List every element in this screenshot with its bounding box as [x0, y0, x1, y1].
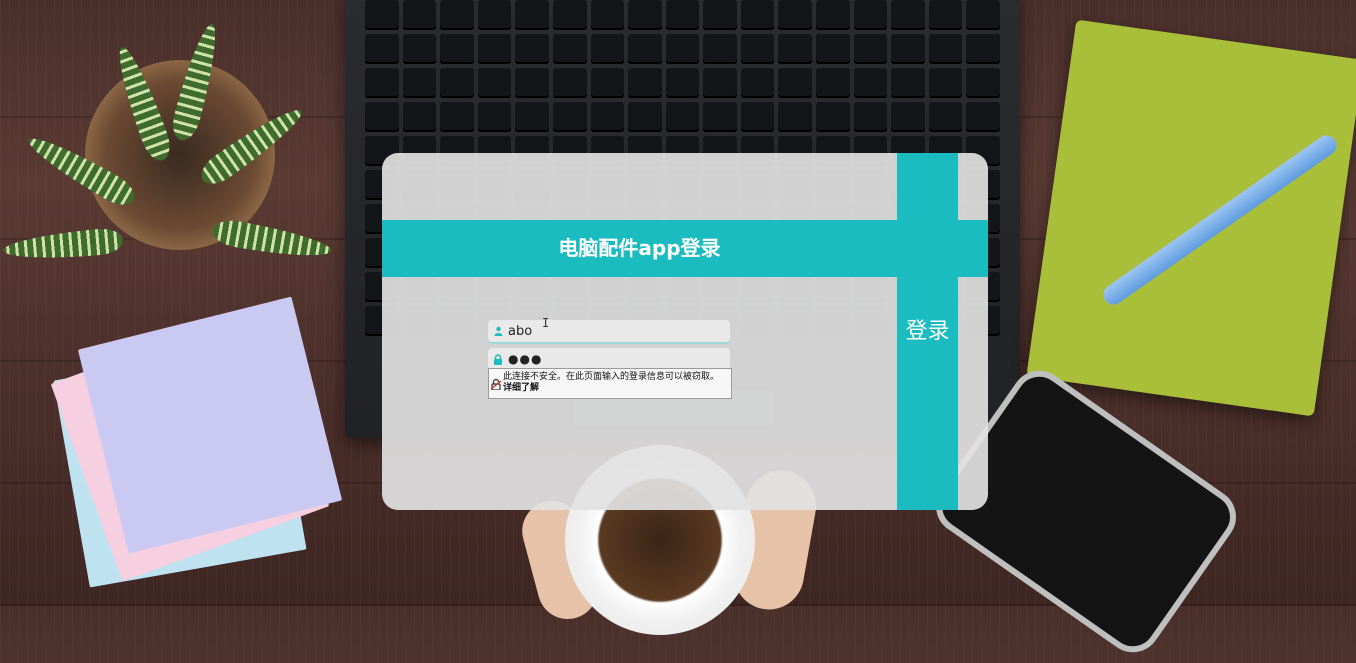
keyboard-key — [590, 68, 625, 98]
plant-leaf — [210, 217, 334, 264]
keyboard-key — [440, 102, 474, 132]
text-cursor-icon: I — [542, 316, 550, 330]
warning-message: 此连接不安全。在此页面输入的登录信息可以被窃取。 — [503, 372, 720, 382]
keyboard-key — [816, 34, 850, 64]
keyboard-key — [515, 0, 549, 30]
keyboard-key — [402, 102, 437, 132]
keyboard-key — [365, 102, 399, 132]
keyboard-key — [703, 68, 737, 98]
keyboard-key — [402, 34, 437, 64]
keyboard-key — [928, 68, 963, 98]
keyboard-key — [552, 102, 587, 132]
keyboard-key — [477, 0, 512, 30]
keyboard-key — [891, 102, 925, 132]
keyboard-key — [515, 34, 549, 64]
keyboard-key — [740, 0, 775, 30]
keyboard-key — [365, 0, 399, 30]
keyboard-key — [891, 34, 925, 64]
keyboard-key — [365, 34, 399, 64]
keyboard-key — [703, 34, 737, 64]
keyboard-key — [628, 34, 662, 64]
keyboard-key — [477, 102, 512, 132]
keyboard-key — [628, 0, 662, 30]
keyboard-key — [402, 0, 437, 30]
lock-icon — [488, 348, 508, 370]
keyboard-key — [853, 68, 888, 98]
keyboard-key — [440, 0, 474, 30]
keyboard-key — [966, 102, 1000, 132]
user-icon — [488, 320, 508, 342]
keyboard-key — [816, 68, 850, 98]
keyboard-key — [816, 102, 850, 132]
keyboard-key — [703, 102, 737, 132]
keyboard-key — [628, 102, 662, 132]
keyboard-key — [853, 0, 888, 30]
keyboard-key — [552, 68, 587, 98]
password-field[interactable]: ●●● — [488, 348, 730, 370]
insecure-login-warning: 此连接不安全。在此页面输入的登录信息可以被窃取。详细了解 — [488, 368, 732, 399]
keyboard-key — [928, 34, 963, 64]
learn-more-link[interactable]: 详细了解 — [503, 383, 539, 393]
username-input[interactable] — [508, 323, 718, 339]
keyboard-key — [740, 68, 775, 98]
keyboard-key — [515, 68, 549, 98]
keyboard-key — [440, 34, 474, 64]
keyboard-key — [740, 34, 775, 64]
keyboard-key — [590, 102, 625, 132]
keyboard-key — [778, 34, 813, 64]
keyboard-key — [440, 68, 474, 98]
keyboard-key — [778, 68, 813, 98]
keyboard-key — [515, 102, 549, 132]
login-dialog: 电脑配件app登录 登录 I ●●● 此连接不安全。在此页面输入的登录信息可以被… — [382, 153, 988, 510]
keyboard-key — [665, 68, 700, 98]
keyboard-key — [665, 34, 700, 64]
keyboard-key — [552, 0, 587, 30]
keyboard-key — [628, 68, 662, 98]
keyboard-key — [477, 34, 512, 64]
warning-text: 此连接不安全。在此页面输入的登录信息可以被窃取。详细了解 — [503, 369, 728, 394]
keyboard-key — [966, 0, 1000, 30]
keyboard-key — [891, 0, 925, 30]
keyboard-key — [853, 102, 888, 132]
keyboard-key — [966, 34, 1000, 64]
password-dots: ●●● — [508, 352, 543, 366]
keyboard-key — [590, 34, 625, 64]
keyboard-key — [365, 68, 399, 98]
keyboard-key — [402, 68, 437, 98]
keyboard-key — [928, 0, 963, 30]
green-notebook — [1026, 19, 1356, 417]
keyboard-key — [552, 34, 587, 64]
keyboard-key — [778, 0, 813, 30]
login-button[interactable]: 登录 — [897, 307, 958, 357]
plant-leaf — [2, 227, 125, 264]
keyboard-key — [477, 68, 512, 98]
broken-lock-icon — [489, 369, 503, 398]
username-field[interactable] — [488, 320, 730, 342]
keyboard-key — [703, 0, 737, 30]
keyboard-key — [891, 68, 925, 98]
keyboard-key — [966, 68, 1000, 98]
keyboard-key — [816, 0, 850, 30]
keyboard-key — [665, 102, 700, 132]
keyboard-key — [590, 0, 625, 30]
keyboard-key — [665, 0, 700, 30]
keyboard-key — [778, 102, 813, 132]
dialog-title: 电脑配件app登录 — [558, 236, 721, 260]
keyboard-key — [853, 34, 888, 64]
keyboard-key — [740, 102, 775, 132]
keyboard-key — [928, 102, 963, 132]
